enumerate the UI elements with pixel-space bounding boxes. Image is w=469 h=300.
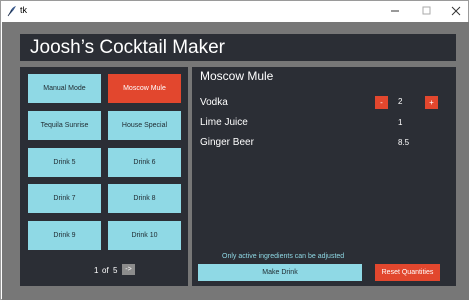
minimize-button[interactable] [381,1,409,21]
minimize-icon [391,10,399,12]
app-client-area: Joosh’s Cocktail Maker Manual Mode Mosco… [2,22,469,300]
decrease-vodka-button[interactable]: - [375,96,388,109]
pager-of-label: of [102,266,109,275]
feather-icon [7,6,16,17]
selected-drink-title: Moscow Mule [200,69,274,83]
pager-total-pages: 5 [113,266,118,275]
close-button[interactable] [442,1,469,21]
make-drink-button[interactable]: Make Drink [198,264,362,281]
drink-button-drink-10[interactable]: Drink 10 [108,221,181,250]
manual-mode-button[interactable]: Manual Mode [28,74,101,103]
drink-button-drink-5[interactable]: Drink 5 [28,148,101,177]
next-page-button[interactable]: -> [122,264,135,275]
ingredient-name-vodka: Vodka [200,97,228,108]
ingredient-name-ginger-beer: Ginger Beer [200,137,254,148]
maximize-button[interactable] [413,1,441,21]
increase-vodka-button[interactable]: + [425,96,438,109]
pager-current-page: 1 [94,266,99,275]
drink-button-tequila-sunrise[interactable]: Tequila Sunrise [28,111,101,140]
drink-button-drink-6[interactable]: Drink 6 [108,148,181,177]
reset-quantities-button[interactable]: Reset Quantities [375,264,440,281]
ingredient-quantity-lime-juice: 1 [398,118,403,127]
ingredient-quantity-vodka: 2 [398,97,403,106]
window-title: tk [20,5,28,15]
drink-button-house-special[interactable]: House Special [108,111,181,140]
app-header: Joosh’s Cocktail Maker [20,34,456,61]
ingredient-quantity-ginger-beer: 8.5 [398,138,410,147]
title-bar[interactable]: tk [1,1,468,21]
ingredient-name-lime-juice: Lime Juice [200,117,248,128]
drink-button-drink-8[interactable]: Drink 8 [108,184,181,213]
drink-button-drink-9[interactable]: Drink 9 [28,221,101,250]
drink-selection-panel: Manual Mode Moscow Mule Tequila Sunrise … [20,67,188,286]
maximize-icon [422,6,431,15]
close-icon [451,6,461,16]
drink-detail-panel: Moscow Mule Vodka - 2 + Lime Juice 1 Gin… [192,67,456,286]
adjust-note: Only active ingredients can be adjusted [222,253,345,260]
drink-button-moscow-mule[interactable]: Moscow Mule [108,74,181,103]
drink-button-drink-7[interactable]: Drink 7 [28,184,101,213]
app-title: Joosh’s Cocktail Maker [30,37,226,58]
app-window: tk Joosh’s Cocktail Maker Manual Mode Mo… [0,0,469,300]
